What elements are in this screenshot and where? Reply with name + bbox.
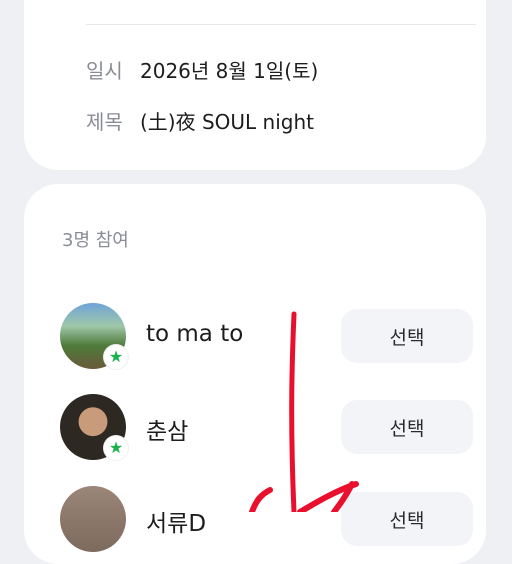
star-icon: ★ (108, 438, 124, 457)
title-value: (土)夜 SOUL night (140, 109, 314, 134)
participant-count: 3명 참여 (62, 230, 129, 251)
member-row[interactable]: ★ 춘삼 선택 (60, 394, 476, 462)
title-label: 제목 (86, 109, 123, 134)
select-button[interactable]: 선택 (341, 492, 473, 546)
member-row[interactable]: ★ to ma to 선택 (60, 303, 476, 371)
member-name: 서류D (146, 511, 207, 537)
select-button[interactable]: 선택 (341, 309, 473, 363)
date-value: 2026년 8월 1일(토) (140, 58, 319, 83)
member-name: to ma to (146, 321, 244, 347)
event-info-card: 일시 2026년 8월 1일(토) 제목 (土)夜 SOUL night (24, 0, 486, 170)
select-button[interactable]: 선택 (341, 400, 473, 454)
host-badge: ★ (104, 345, 128, 369)
date-row: 일시 2026년 8월 1일(토) (86, 54, 318, 84)
star-icon: ★ (108, 347, 124, 366)
divider (86, 24, 476, 25)
date-label: 일시 (86, 58, 123, 83)
member-name: 춘삼 (146, 419, 189, 445)
avatar[interactable] (60, 486, 126, 552)
host-badge: ★ (104, 436, 128, 460)
title-row: 제목 (土)夜 SOUL night (86, 105, 314, 135)
member-row[interactable]: 서류D 선택 (60, 486, 476, 554)
